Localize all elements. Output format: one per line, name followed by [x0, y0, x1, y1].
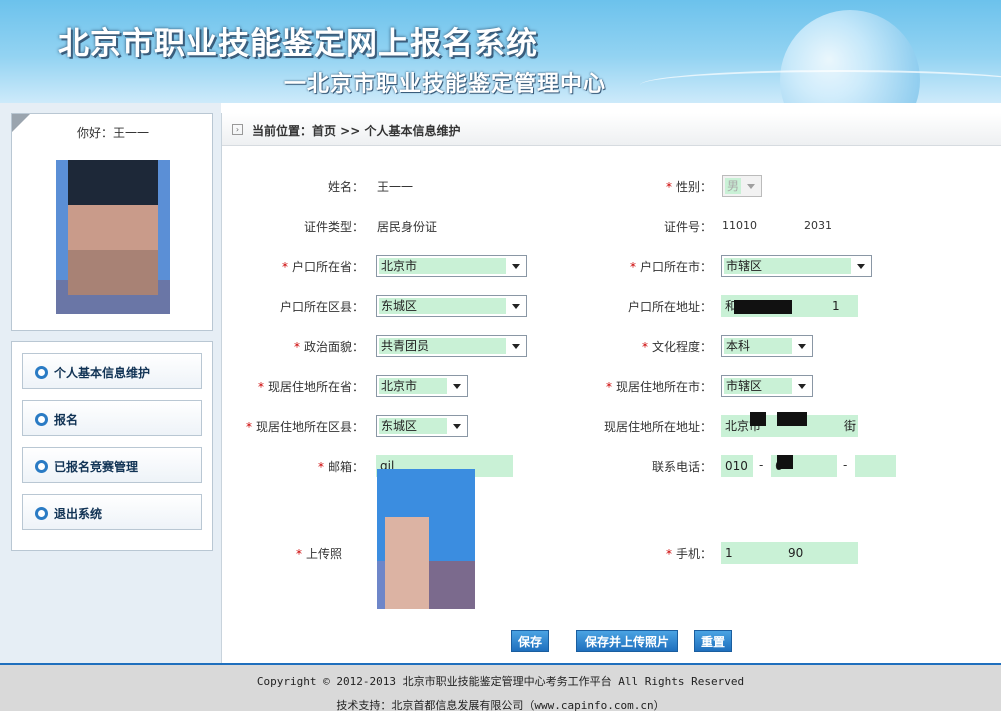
support-text: 技术支持：北京首都信息发展有限公司（www.capinfo.com.cn）	[336, 699, 665, 711]
hukou-province-label: * 户口所在省：	[281, 260, 364, 274]
res-address-label: 现居住地所在地址：	[603, 420, 712, 434]
dropdown-arrow-icon	[743, 178, 759, 194]
hukou-province-select[interactable]: 北京市	[376, 255, 527, 277]
idno-prefix: 11010	[722, 219, 757, 232]
res-province-select[interactable]: 北京市	[376, 375, 468, 397]
user-greeting: 你好：王一一	[76, 126, 149, 140]
dropdown-arrow-icon	[449, 418, 465, 434]
menu-item-label: 报名	[54, 413, 79, 427]
menu-item-profile[interactable]: 个人基本信息维护	[22, 353, 202, 389]
idtype-value: 居民身份证	[377, 220, 438, 234]
redaction-block	[777, 412, 807, 426]
phone-dash: -	[759, 458, 764, 472]
res-province-label: * 现居住地所在省：	[257, 380, 364, 394]
menu-item-label: 已报名竞赛管理	[54, 460, 139, 474]
political-select[interactable]: 共青团员	[376, 335, 527, 357]
phone-ext-input[interactable]	[855, 455, 896, 477]
menu-item-label: 个人基本信息维护	[54, 366, 151, 380]
dropdown-arrow-icon	[508, 298, 524, 314]
app-subtitle: 一北京市职业技能鉴定管理中心	[284, 72, 607, 97]
redaction-block	[777, 455, 793, 469]
app-title: 北京市职业技能鉴定网上报名系统	[58, 26, 538, 62]
dropdown-arrow-icon	[449, 378, 465, 394]
bullet-ring-icon	[35, 507, 48, 520]
idno-suffix: 2031	[804, 219, 832, 232]
uploaded-photo	[377, 469, 475, 609]
user-panel: 你好：王一一	[11, 113, 213, 331]
swoosh-graphic	[640, 70, 1001, 100]
education-label: * 文化程度：	[641, 340, 712, 354]
idno-label: 证件号：	[663, 220, 712, 234]
gender-select[interactable]: 男	[722, 175, 762, 197]
save-upload-button[interactable]: 保存并上传照片	[576, 630, 678, 652]
mobile-input[interactable]: 1 90	[721, 542, 858, 564]
menu-item-label: 退出系统	[54, 507, 103, 521]
photo-label: * 上传照	[295, 547, 342, 561]
education-select[interactable]: 本科	[721, 335, 813, 357]
menu-item-logout[interactable]: 退出系统	[22, 494, 202, 530]
email-label: * 邮箱：	[317, 460, 364, 474]
dropdown-arrow-icon	[508, 338, 524, 354]
res-district-label: * 现居住地所在区县：	[245, 420, 364, 434]
hukou-address-label: 户口所在地址：	[627, 300, 712, 314]
user-avatar	[56, 160, 170, 314]
res-city-label: * 现居住地所在市：	[605, 380, 712, 394]
main-content: › 当前位置：首页 >> 个人基本信息维护 姓名： 王一一 * 性别： 男 证件类…	[221, 113, 1001, 663]
name-value: 王一一	[377, 180, 414, 194]
phone-label: 联系电话：	[651, 460, 712, 474]
res-city-select[interactable]: 市辖区	[721, 375, 813, 397]
menu-item-competitions[interactable]: 已报名竞赛管理	[22, 447, 202, 483]
dropdown-arrow-icon	[508, 258, 524, 274]
breadcrumb-text: 当前位置：首页 >> 个人基本信息维护	[252, 124, 461, 138]
political-label: * 政治面貌：	[293, 340, 364, 354]
copyright-text: Copyright © 2012-2013 北京市职业技能鉴定管理中心考务工作平…	[256, 675, 745, 688]
bullet-ring-icon	[35, 413, 48, 426]
redaction-block	[734, 300, 792, 314]
breadcrumb-arrow-icon: ›	[232, 124, 243, 135]
breadcrumb: › 当前位置：首页 >> 个人基本信息维护	[222, 113, 1001, 146]
hukou-city-label: * 户口所在市：	[629, 260, 712, 274]
side-menu: 个人基本信息维护 报名 已报名竞赛管理 退出系统	[11, 341, 213, 551]
res-district-select[interactable]: 东城区	[376, 415, 468, 437]
footer: Copyright © 2012-2013 北京市职业技能鉴定管理中心考务工作平…	[0, 663, 1001, 711]
header-banner: 北京市职业技能鉴定网上报名系统 一北京市职业技能鉴定管理中心	[0, 0, 1001, 103]
bullet-ring-icon	[35, 460, 48, 473]
dropdown-arrow-icon	[853, 258, 869, 274]
reset-button[interactable]: 重置	[694, 630, 732, 652]
hukou-district-label: 户口所在区县：	[279, 300, 364, 314]
bullet-ring-icon	[35, 366, 48, 379]
mobile-label: * 手机：	[665, 547, 712, 561]
hukou-district-select[interactable]: 东城区	[376, 295, 527, 317]
phone-dash: -	[843, 458, 848, 472]
left-sidebar: 你好：王一一 个人基本信息维护 报名 已报名竞赛管理 退出系统	[0, 103, 221, 663]
dropdown-arrow-icon	[794, 378, 810, 394]
save-button[interactable]: 保存	[511, 630, 549, 652]
menu-item-register[interactable]: 报名	[22, 400, 202, 436]
hukou-city-select[interactable]: 市辖区	[721, 255, 872, 277]
idtype-label: 证件类型：	[303, 220, 364, 234]
dropdown-arrow-icon	[794, 338, 810, 354]
gender-label: * 性别：	[665, 180, 712, 194]
redaction-block	[750, 412, 766, 426]
name-label: 姓名：	[327, 180, 364, 194]
phone-area-input[interactable]: 010	[721, 455, 753, 477]
